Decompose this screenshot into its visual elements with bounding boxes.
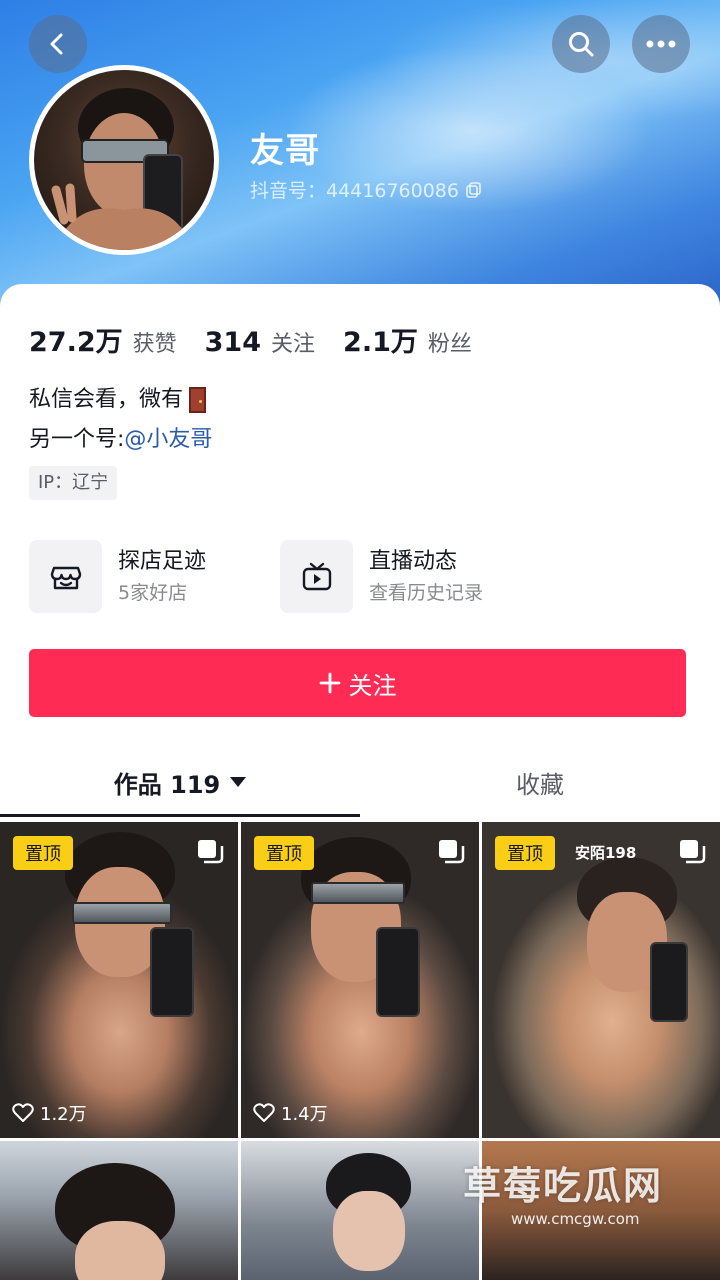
likes-count-text: 1.2万 bbox=[40, 1104, 87, 1125]
tab-works[interactable]: 作品 119 bbox=[0, 750, 360, 814]
thumb-figure-sunglasses bbox=[311, 882, 405, 904]
thumb-figure-phone bbox=[650, 942, 688, 1022]
video-overlay-text: 安陌198 bbox=[575, 844, 637, 862]
store-visits-text: 探店足迹 5家好店 bbox=[118, 546, 206, 608]
back-button[interactable] bbox=[29, 15, 87, 73]
stats-row: 27.2万 获赞 314 关注 2.1万 粉丝 bbox=[29, 320, 500, 359]
heart-icon bbox=[253, 1103, 275, 1122]
store-icon bbox=[50, 566, 81, 589]
follow-button-label: 关注 bbox=[348, 671, 397, 700]
stat-followers-count: 2.1万 bbox=[343, 327, 418, 358]
stat-following-label: 关注 bbox=[271, 332, 316, 357]
multi-image-icon bbox=[680, 840, 706, 864]
tv-icon-box bbox=[280, 540, 353, 613]
store-icon-box bbox=[29, 540, 102, 613]
douyin-id[interactable]: 抖音号：44416760086 bbox=[250, 176, 483, 203]
video-thumbnail[interactable]: 置顶 1.4万 bbox=[241, 822, 479, 1138]
bio-line-1: 私信会看，微有 bbox=[29, 380, 212, 420]
video-grid: 置顶 1.2万 置顶 1.4万 置顶 安陌198 bbox=[0, 822, 720, 1280]
pinned-badge: 置顶 bbox=[254, 836, 314, 870]
video-thumbnail[interactable]: 置顶 1.2万 bbox=[0, 822, 238, 1138]
follow-button[interactable]: 关注 bbox=[29, 649, 686, 717]
live-history-title: 直播动态 bbox=[369, 548, 458, 574]
thumb-figure-phone bbox=[376, 927, 420, 1017]
bio: 私信会看，微有 另一个号: @小友哥 bbox=[29, 380, 212, 460]
profile-nickname: 友哥 bbox=[250, 131, 320, 171]
live-history-entry[interactable]: 直播动态 查看历史记录 bbox=[280, 540, 483, 613]
bio-line-2-prefix: 另一个号: bbox=[29, 427, 125, 452]
bio-line-1-text: 私信会看，微有 bbox=[29, 387, 184, 412]
door-emoji-icon bbox=[189, 387, 207, 413]
likes-count: 1.2万 bbox=[12, 1100, 87, 1126]
tab-works-label: 作品 119 bbox=[113, 770, 221, 799]
heart-icon bbox=[12, 1103, 34, 1122]
video-thumbnail[interactable] bbox=[0, 1141, 238, 1280]
copy-icon[interactable] bbox=[465, 181, 483, 199]
store-visits-title: 探店足迹 bbox=[118, 548, 207, 574]
thumb-figure-phone bbox=[150, 927, 194, 1017]
stat-likes-label: 获赞 bbox=[132, 332, 177, 357]
video-thumbnail[interactable]: 置顶 安陌198 bbox=[482, 822, 720, 1138]
live-history-sub: 查看历史记录 bbox=[369, 581, 484, 604]
store-visits-entry[interactable]: 探店足迹 5家好店 bbox=[29, 540, 206, 613]
video-thumbnail[interactable] bbox=[241, 1141, 479, 1280]
more-button[interactable] bbox=[632, 15, 690, 73]
stat-likes: 27.2万 获赞 bbox=[29, 320, 177, 359]
tv-icon bbox=[302, 562, 331, 590]
mention-link[interactable]: @小友哥 bbox=[124, 420, 212, 460]
thumb-figure-face bbox=[333, 1191, 405, 1271]
live-history-text: 直播动态 查看历史记录 bbox=[369, 546, 483, 608]
content-tabs: 作品 119 收藏 bbox=[0, 750, 720, 820]
tab-active-indicator bbox=[0, 814, 360, 817]
avatar-photo bbox=[51, 88, 194, 250]
store-visits-sub: 5家好店 bbox=[118, 581, 188, 604]
stat-following-count: 314 bbox=[204, 327, 262, 358]
pinned-badge: 置顶 bbox=[495, 836, 555, 870]
search-icon bbox=[569, 32, 594, 57]
tab-collect-label: 收藏 bbox=[516, 770, 564, 799]
stat-followers[interactable]: 2.1万 粉丝 bbox=[343, 320, 472, 359]
tab-collect[interactable]: 收藏 bbox=[360, 750, 720, 814]
stat-following[interactable]: 314 关注 bbox=[205, 326, 315, 358]
likes-count: 1.4万 bbox=[253, 1100, 328, 1126]
thumb-figure-sunglasses bbox=[72, 902, 172, 924]
plus-icon bbox=[319, 672, 340, 694]
avatar[interactable] bbox=[29, 65, 219, 255]
douyin-id-text: 抖音号：44416760086 bbox=[250, 180, 459, 202]
video-thumbnail[interactable] bbox=[482, 1141, 720, 1280]
stat-followers-label: 粉丝 bbox=[427, 332, 472, 357]
multi-image-icon bbox=[439, 840, 465, 864]
caret-down-icon bbox=[230, 777, 247, 787]
ip-location-tag: IP：辽宁 bbox=[29, 466, 118, 500]
stat-likes-count: 27.2万 bbox=[29, 327, 123, 358]
pinned-badge: 置顶 bbox=[13, 836, 73, 870]
multi-image-icon bbox=[198, 840, 224, 864]
bio-line-2: 另一个号: @小友哥 bbox=[29, 420, 212, 460]
chevron-left-icon bbox=[50, 33, 63, 55]
search-button[interactable] bbox=[552, 15, 610, 73]
likes-count-text: 1.4万 bbox=[281, 1104, 328, 1125]
more-dots-icon bbox=[646, 40, 676, 48]
thumb-figure-face bbox=[75, 1221, 165, 1280]
